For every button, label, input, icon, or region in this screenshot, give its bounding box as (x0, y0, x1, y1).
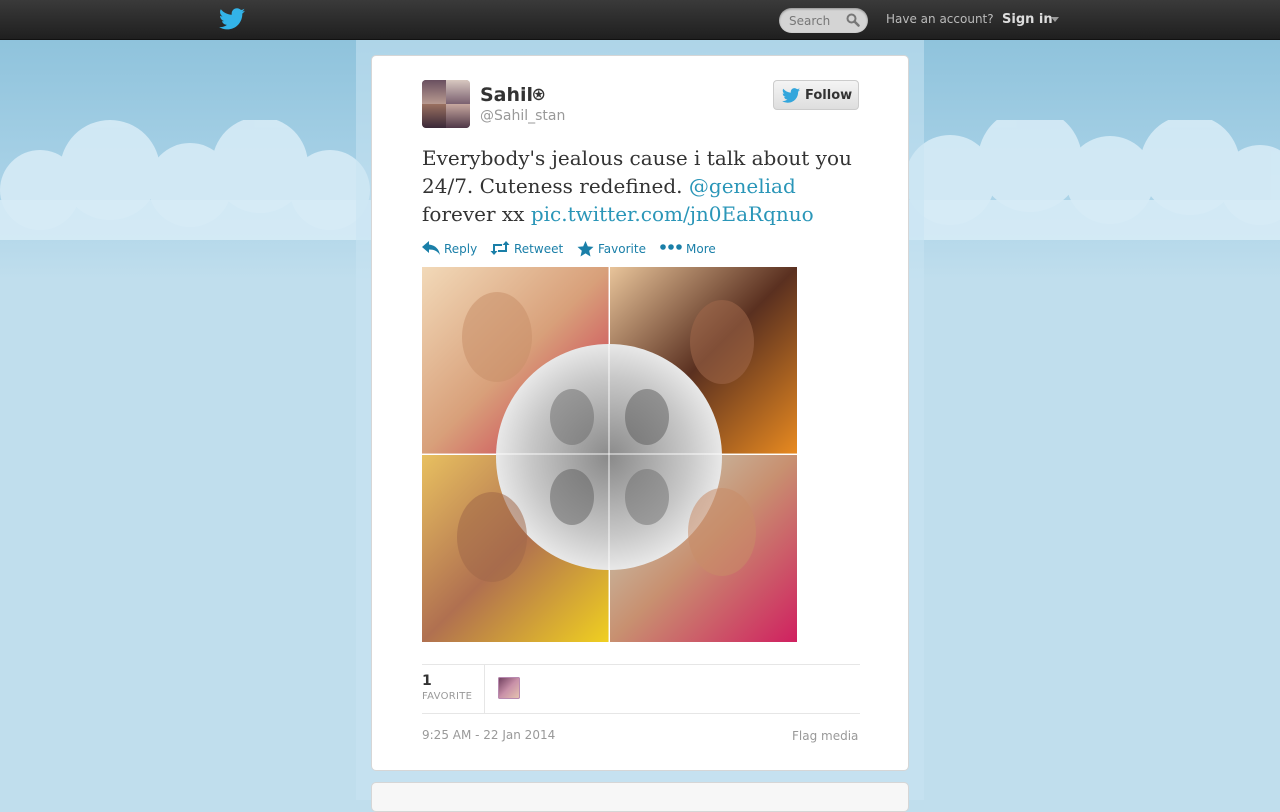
next-card (371, 782, 909, 812)
sign-in-link[interactable]: Sign in (1002, 12, 1053, 27)
favorite-label: Favorite (598, 242, 646, 256)
tweet-text: Everybody's jealous cause i talk about y… (422, 144, 862, 228)
follow-button[interactable]: Follow (773, 80, 859, 110)
more-dots-icon (660, 244, 682, 250)
tweet-photo[interactable] (422, 267, 797, 642)
search-input[interactable] (789, 12, 845, 29)
tweet-card: Sahil⍟ @Sahil_stan Follow Everybody's je… (371, 55, 909, 771)
tweet-stats: 1 FAVORITE (422, 664, 860, 714)
twitter-bird-icon[interactable] (219, 8, 245, 30)
flag-media-link[interactable]: Flag media (792, 729, 858, 743)
reply-label: Reply (444, 242, 478, 256)
more-button[interactable]: More (660, 240, 716, 258)
top-navigation-bar: Have an account? Sign in (0, 0, 1280, 40)
star-icon (577, 241, 594, 257)
reply-button[interactable]: Reply (422, 240, 478, 258)
author-handle[interactable]: @Sahil_stan (480, 108, 565, 124)
twitter-bird-icon (782, 88, 800, 103)
retweet-icon (490, 241, 510, 255)
tweet-text-part: forever xx (422, 202, 531, 226)
favorite-button[interactable]: Favorite (577, 240, 647, 258)
favorite-count[interactable]: 1 (422, 673, 432, 689)
avatar[interactable] (422, 80, 470, 128)
have-account-text: Have an account? (886, 12, 994, 26)
author-name[interactable]: Sahil⍟ (480, 84, 544, 106)
search-icon[interactable] (846, 13, 860, 27)
retweet-button[interactable]: Retweet (490, 240, 566, 258)
favorite-count-label: FAVORITE (422, 691, 473, 702)
chevron-down-icon[interactable] (1051, 17, 1059, 22)
follow-label: Follow (805, 88, 853, 103)
retweet-label: Retweet (514, 242, 564, 256)
search-box[interactable] (779, 8, 868, 33)
reply-icon (422, 241, 440, 255)
favoriter-avatar[interactable] (498, 677, 520, 699)
more-label: More (686, 242, 716, 256)
tweet-timestamp[interactable]: 9:25 AM - 22 Jan 2014 (422, 728, 555, 742)
mention-link[interactable]: @geneliad (689, 174, 796, 198)
media-link[interactable]: pic.twitter.com/jn0EaRqnuo (531, 202, 814, 226)
tweet-actions: Reply Retweet Favorite More (422, 240, 862, 258)
divider (484, 665, 485, 713)
